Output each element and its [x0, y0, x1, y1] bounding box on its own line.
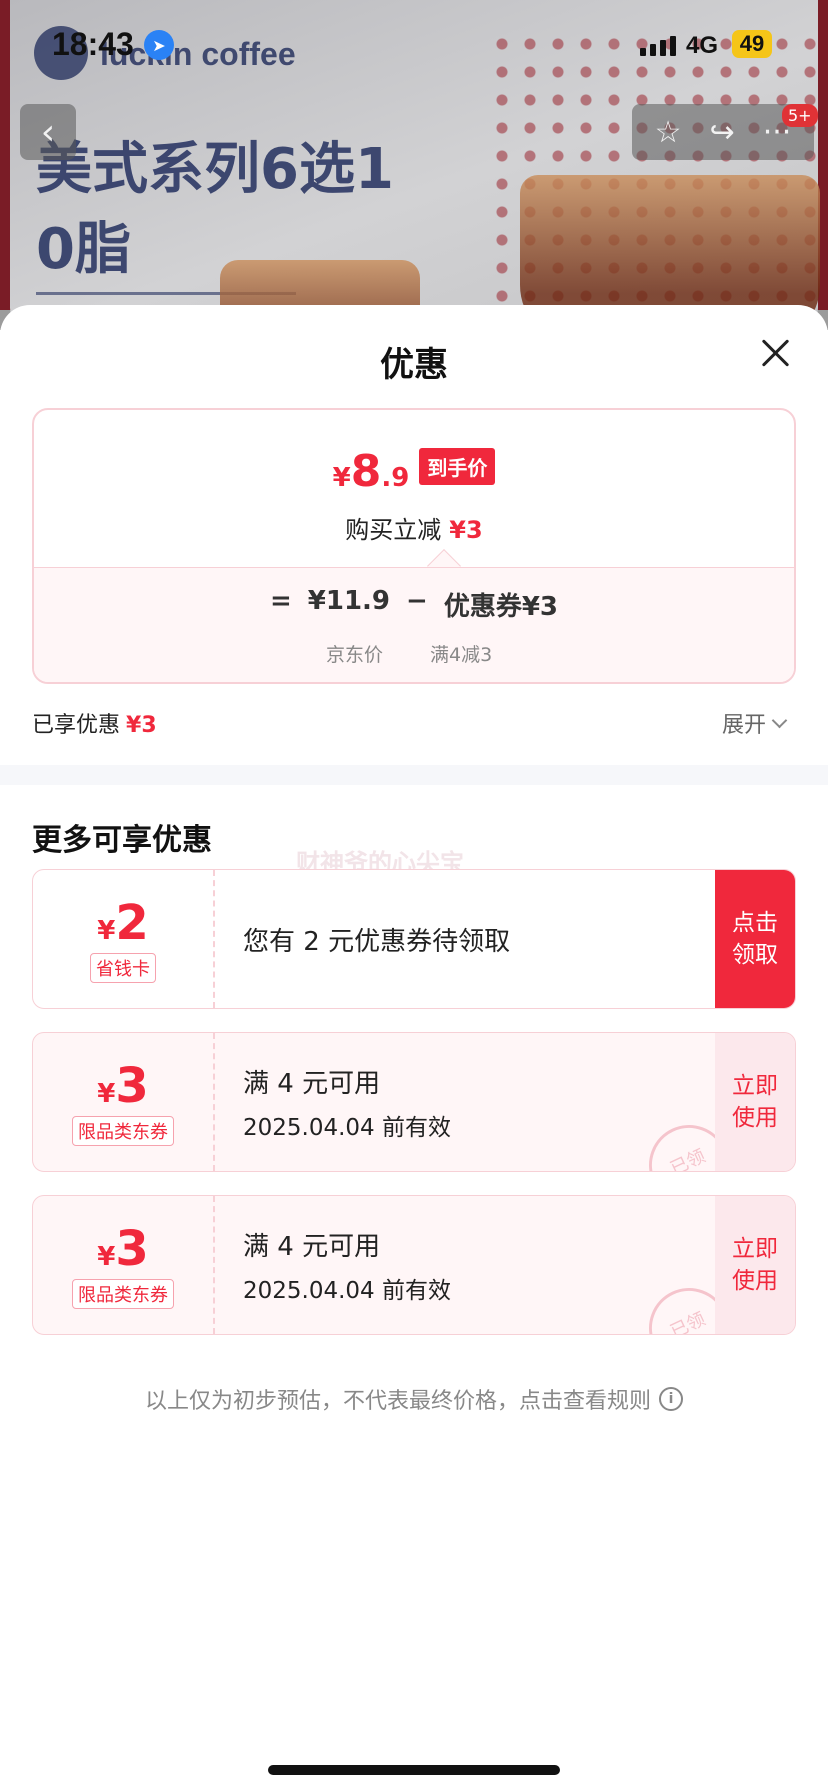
use-coupon-button[interactable]: 立即 使用: [715, 1196, 795, 1334]
coupon-value-block: ¥ 2 省钱卡: [33, 870, 215, 1008]
coupon-description: 您有 2 元优惠券待领取: [243, 870, 510, 1008]
coupon-line1: 满 4 元可用: [243, 1068, 381, 1099]
formula-equals: =: [269, 586, 292, 616]
jd-price-label: 京东价: [326, 644, 384, 666]
banner-title-line1: 美式系列6选1: [36, 137, 394, 202]
expand-label: 展开: [722, 713, 767, 738]
coupon-card: ¥ 2 省钱卡 您有 2 元优惠券待领取 点击 领取: [32, 869, 796, 1009]
coupon-card: ¥ 3 限品类东券 满 4 元可用 2025.04.04 前有效 已领 立即 使…: [32, 1195, 796, 1335]
share-icon[interactable]: ↪: [710, 115, 735, 150]
final-price: ¥ 8 .9: [333, 446, 410, 497]
coupon-rule-label: 满4减3: [430, 644, 493, 666]
chevron-down-icon: [771, 712, 788, 728]
coupon-amount: ¥ 3: [97, 1058, 149, 1114]
back-arrow-icon: ‹: [40, 111, 56, 153]
final-price-tag: 到手价: [419, 448, 496, 485]
coupon-description: 满 4 元可用 2025.04.04 前有效: [243, 1196, 451, 1334]
coupon-card: ¥ 3 限品类东券 满 4 元可用 2025.04.04 前有效 已领 立即 使…: [32, 1032, 796, 1172]
coupon-value-block: ¥ 3 限品类东券: [33, 1033, 215, 1171]
coupon-number: 3: [115, 1221, 149, 1277]
discount-sheet: 优惠 ¥ 8 .9 到手价 购买立减 ¥3 = ¥11.9 − 优惠券¥3 京东…: [0, 305, 828, 1792]
price-currency: ¥: [332, 463, 351, 493]
coupon-amount: ¥ 2: [97, 895, 149, 951]
enjoyed-discount: 已享优惠 ¥3: [32, 707, 157, 739]
battery-icon: 49: [732, 30, 772, 58]
coupon-line1: 您有 2 元优惠券待领取: [243, 926, 511, 957]
sheet-title: 优惠: [380, 345, 448, 385]
star-icon[interactable]: ☆: [655, 115, 682, 150]
instant-discount-label: 购买立减: [345, 516, 442, 544]
coupon-currency: ¥: [97, 1242, 116, 1272]
price-summary: ¥ 8 .9 到手价 购买立减 ¥3: [34, 410, 794, 570]
claim-coupon-button[interactable]: 点击 领取: [715, 870, 795, 1008]
instant-discount-row: 购买立减 ¥3: [34, 510, 794, 545]
signal-icon: [640, 36, 676, 56]
location-arrow-icon: ➤: [144, 30, 174, 60]
use-coupon-button[interactable]: 立即 使用: [715, 1033, 795, 1171]
price-card: ¥ 8 .9 到手价 购买立减 ¥3 = ¥11.9 − 优惠券¥3 京东价 满4…: [32, 408, 796, 684]
jd-price: ¥11.9: [307, 586, 391, 616]
coupon-value-block: ¥ 3 限品类东券: [33, 1196, 215, 1334]
back-button[interactable]: ‹: [20, 104, 76, 160]
close-icon[interactable]: [758, 335, 794, 371]
disclaimer-link[interactable]: 以上仅为初步预估，不代表最终价格，点击查看规则 i: [0, 1383, 828, 1415]
coupon-tag: 省钱卡: [90, 953, 156, 983]
price-decimal: .9: [381, 463, 410, 493]
price-integer: 8: [350, 446, 382, 497]
home-indicator: [268, 1765, 560, 1775]
status-bar: 18:43 ➤ 4G 49: [0, 0, 828, 90]
coupon-value: 优惠券¥3: [443, 592, 559, 622]
claim-label: 点击 领取: [732, 910, 778, 968]
use-label: 立即 使用: [732, 1236, 778, 1294]
coupon-tag: 限品类东券: [72, 1116, 174, 1146]
status-time: 18:43: [52, 26, 134, 62]
enjoyed-label: 已享优惠: [32, 713, 121, 738]
info-icon: i: [659, 1387, 683, 1411]
section-divider: [0, 765, 828, 785]
coupon-tag: 限品类东券: [72, 1279, 174, 1309]
coupon-number: 3: [115, 1058, 149, 1114]
price-formula: = ¥11.9 − 优惠券¥3 京东价 满4减3: [34, 567, 794, 682]
final-price-row: ¥ 8 .9 到手价: [34, 446, 794, 497]
coupon-line2: 2025.04.04 前有效: [243, 1114, 451, 1141]
more-discounts-title: 更多可享优惠: [32, 823, 212, 858]
expand-button[interactable]: 展开: [722, 707, 788, 739]
coupon-amount: ¥ 3: [97, 1221, 149, 1277]
coupon-currency: ¥: [97, 1079, 116, 1109]
formula-row: = ¥11.9 − 优惠券¥3: [34, 586, 794, 623]
coupon-description: 满 4 元可用 2025.04.04 前有效: [243, 1033, 451, 1171]
instant-discount-amount: ¥3: [449, 516, 483, 544]
network-label: 4G: [686, 32, 719, 59]
coupon-currency: ¥: [97, 916, 116, 946]
coupon-line1: 满 4 元可用: [243, 1231, 381, 1262]
use-label: 立即 使用: [732, 1073, 778, 1131]
enjoyed-amount: ¥3: [126, 713, 157, 738]
cart-badge: 5+: [782, 104, 818, 127]
coupon-number: 2: [115, 895, 149, 951]
coupon-line2: 2025.04.04 前有效: [243, 1277, 451, 1304]
disclaimer-text: 以上仅为初步预估，不代表最终价格，点击查看规则: [144, 1389, 651, 1414]
formula-minus: −: [406, 586, 428, 616]
